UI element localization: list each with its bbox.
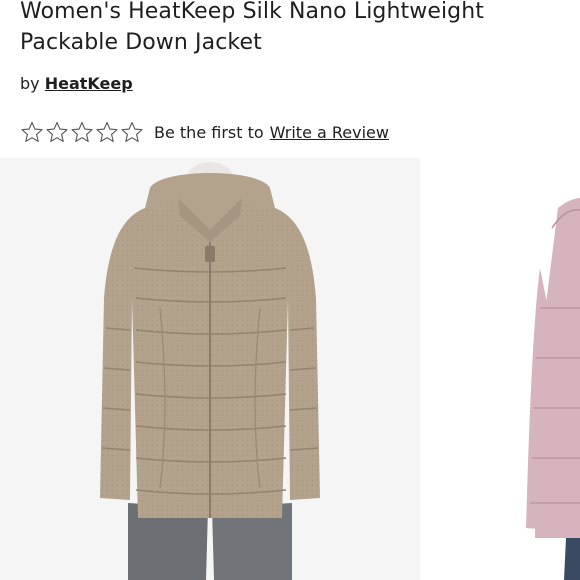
by-label: by: [20, 74, 40, 93]
brand-byline: by HeatKeep: [20, 74, 133, 93]
star-icon: [21, 121, 43, 142]
write-review-link[interactable]: Write a Review: [270, 123, 389, 142]
product-title-line-2: Packable Down Jacket: [20, 30, 262, 55]
jacket-pink-illustration: [526, 198, 580, 580]
product-title-line-1: Women's HeatKeep Silk Nano Lightweight: [20, 0, 485, 24]
star-rating[interactable]: [20, 120, 144, 144]
star-icon: [71, 121, 93, 142]
star-icon: [46, 121, 68, 142]
review-prompt: Be the first to: [154, 122, 264, 142]
star-icon: [96, 121, 118, 142]
product-image-main[interactable]: [0, 158, 420, 580]
star-icon: [121, 121, 143, 142]
jacket-taupe-illustration: [100, 162, 320, 580]
product-image-carousel[interactable]: [0, 158, 580, 580]
rating-row: Be the first to Write a Review: [20, 118, 389, 146]
product-title: Women's HeatKeep Silk Nano Lightweight P…: [20, 0, 560, 58]
product-image-next[interactable]: [440, 158, 580, 580]
brand-link[interactable]: HeatKeep: [45, 74, 133, 93]
